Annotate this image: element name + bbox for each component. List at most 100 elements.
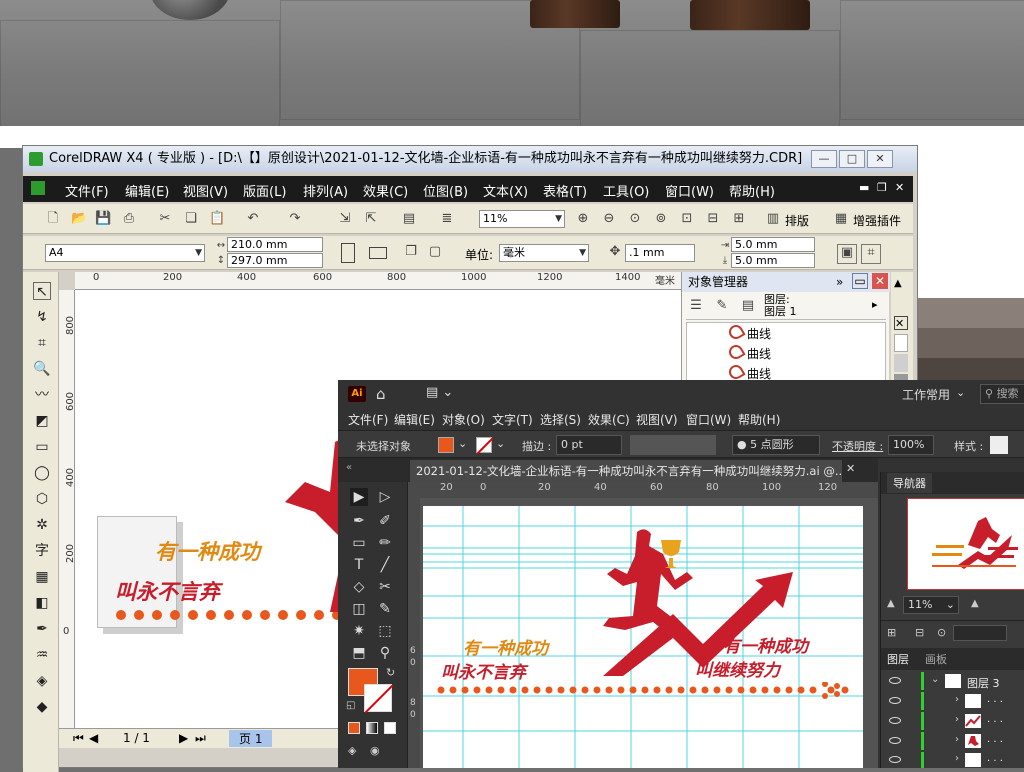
ai-menu-effect[interactable]: 效果(C)	[588, 411, 630, 428]
zoom-all-icon[interactable]: ⊚	[653, 211, 669, 227]
stroke-color-swatch[interactable]	[476, 437, 494, 455]
sublayer-row[interactable]: › . . .	[881, 752, 1024, 768]
layer-edit-icon[interactable]: ✎	[714, 298, 730, 314]
menu-arrange[interactable]: 排列(A)	[303, 181, 348, 200]
pen-tool-icon[interactable]: ✒	[350, 512, 368, 530]
variable-width-select[interactable]	[630, 435, 716, 455]
layer-row[interactable]: ⌄ 图层 3	[881, 672, 1024, 690]
publish-icon[interactable]: ▤	[401, 211, 417, 227]
ai-menu-window[interactable]: 窗口(W)	[686, 411, 731, 428]
collapse-panel-icon[interactable]: «	[346, 462, 352, 473]
polygon-tool-icon[interactable]: ⬡	[33, 490, 51, 508]
text-tool-icon[interactable]: 字	[33, 542, 51, 560]
chevron-down-icon[interactable]: ⌄	[458, 437, 467, 450]
freehand-tool-icon[interactable]: 〰	[33, 386, 51, 404]
outline-tool-icon[interactable]: ♒	[33, 646, 51, 664]
workspace-switcher[interactable]: 工作常用	[902, 386, 950, 403]
layer-distribute-icon[interactable]: ⊟	[915, 626, 924, 639]
no-color-swatch[interactable]: ✕	[894, 316, 908, 330]
curvature-tool-icon[interactable]: ✐	[376, 512, 394, 530]
treat-as-filled-icon[interactable]: ▣	[837, 244, 857, 264]
zoom-in-small-icon[interactable]: ▲	[971, 598, 979, 609]
layer-view-icon[interactable]: ▤	[740, 298, 756, 314]
basic-shapes-icon[interactable]: ✲	[33, 516, 51, 534]
menu-bitmaps[interactable]: 位图(B)	[423, 181, 468, 200]
zoom-selected-icon[interactable]: ⊙	[627, 211, 643, 227]
eyedropper-icon[interactable]: ✒	[33, 620, 51, 638]
export-icon[interactable]: ⇱	[363, 211, 379, 227]
menu-view[interactable]: 视图(V)	[183, 181, 228, 200]
layer-link-icon[interactable]: ⊙	[937, 626, 946, 639]
brush-select[interactable]: ● 5 点圆形	[732, 435, 820, 455]
interactive-effects-icon[interactable]: ◧	[33, 594, 51, 612]
landscape-icon[interactable]	[369, 247, 387, 259]
zoom-out-icon[interactable]: ⊖	[601, 211, 617, 227]
eyedropper-tool-icon[interactable]: ✎	[376, 600, 394, 618]
enhance-plugin-button[interactable]: 增强插件	[853, 212, 901, 229]
zoom-level-field[interactable]: 11% ▼	[479, 210, 565, 228]
print-icon[interactable]: ⎙	[121, 211, 137, 227]
doc-close-icon[interactable]: ✕	[895, 181, 904, 194]
snap-icon[interactable]: ⌗	[861, 244, 881, 264]
copy-icon[interactable]: ❏	[183, 211, 199, 227]
redo-icon[interactable]: ↷	[287, 211, 303, 227]
portrait-icon[interactable]	[341, 243, 355, 263]
cut-icon[interactable]: ✂	[157, 211, 173, 227]
color-swatch[interactable]	[894, 354, 908, 372]
menu-layout[interactable]: 版面(L)	[243, 181, 286, 200]
navigator-zoom-field[interactable]: 11% ⌄	[903, 596, 959, 614]
chevron-down-icon[interactable]: ⌄	[496, 437, 505, 450]
page-height-field[interactable]: 297.0 mm	[227, 253, 323, 268]
draw-behind-icon[interactable]: ◉	[370, 744, 380, 757]
plugin-icon[interactable]: ▦	[833, 211, 849, 227]
doc-restore-icon[interactable]: ❐	[877, 181, 887, 194]
ai-menu-edit[interactable]: 编辑(E)	[394, 411, 435, 428]
visibility-eye-icon[interactable]	[889, 756, 901, 763]
chevron-down-icon[interactable]: ⌄	[931, 674, 939, 685]
palette-up-icon[interactable]: ▲	[894, 278, 902, 289]
gradient-mode-icon[interactable]	[366, 722, 378, 734]
ai-menu-select[interactable]: 选择(S)	[540, 411, 581, 428]
new-icon[interactable]: 🗋	[45, 211, 61, 227]
type-tool-icon[interactable]: T	[350, 556, 368, 574]
sublayer-row[interactable]: › . . .	[881, 692, 1024, 710]
ellipse-tool-icon[interactable]: ◯	[33, 464, 51, 482]
sublayer-row[interactable]: › . . .	[881, 732, 1024, 750]
ai-menu-view[interactable]: 视图(V)	[636, 411, 678, 428]
ai-artboard[interactable]: 有一种成功 叫永不言弃 有一种成功 叫继续努力	[423, 506, 863, 768]
rectangle-tool-icon[interactable]: ▭	[350, 534, 368, 552]
unit-select[interactable]: 毫米 ▼	[499, 244, 589, 262]
page-tab[interactable]: 页 1	[229, 730, 273, 747]
artboards-tab[interactable]: 画板	[925, 651, 947, 667]
ai-menu-file[interactable]: 文件(F)	[348, 411, 388, 428]
save-icon[interactable]: 💾	[95, 211, 111, 227]
page-first-icon[interactable]: ⏮	[73, 731, 84, 746]
warp-tool-icon[interactable]: ✷	[350, 622, 368, 640]
layers-tab[interactable]: 图层	[887, 651, 909, 667]
opacity-label[interactable]: 不透明度 :	[832, 438, 883, 454]
menu-window[interactable]: 窗口(W)	[665, 181, 714, 200]
visibility-eye-icon[interactable]	[889, 717, 901, 724]
docker-close-icon[interactable]: ✕	[872, 273, 888, 289]
color-mode-icon[interactable]	[348, 722, 360, 734]
home-icon[interactable]: ⌂	[376, 385, 386, 403]
arrange-documents-icon[interactable]: ▤ ⌄	[426, 385, 453, 400]
zoom-tool-icon[interactable]: ⚲	[376, 644, 394, 662]
zoom-width-icon[interactable]: ⊟	[705, 211, 721, 227]
import-icon[interactable]: ⇲	[337, 211, 353, 227]
arrange-button[interactable]: 排版	[785, 212, 809, 229]
maximize-button[interactable]: □	[839, 150, 865, 168]
shape-builder-icon[interactable]: ⬚	[376, 622, 394, 640]
shape-tool-icon[interactable]: ↯	[33, 308, 51, 326]
direct-selection-tool-icon[interactable]: ▷	[376, 488, 394, 506]
application-launcher-icon[interactable]: ≣	[439, 211, 455, 227]
stroke-swatch[interactable]	[364, 684, 394, 714]
list-item[interactable]: 曲线	[726, 322, 771, 342]
menu-table[interactable]: 表格(T)	[543, 181, 587, 200]
chevron-right-icon[interactable]: ›	[955, 753, 959, 764]
duplicate-x-field[interactable]: 5.0 mm	[731, 237, 815, 252]
paste-icon[interactable]: 📋	[209, 211, 225, 227]
all-pages-icon[interactable]: ❐	[403, 244, 419, 260]
current-page-icon[interactable]: ▢	[427, 244, 443, 260]
draw-normal-icon[interactable]: ◈	[348, 744, 356, 757]
